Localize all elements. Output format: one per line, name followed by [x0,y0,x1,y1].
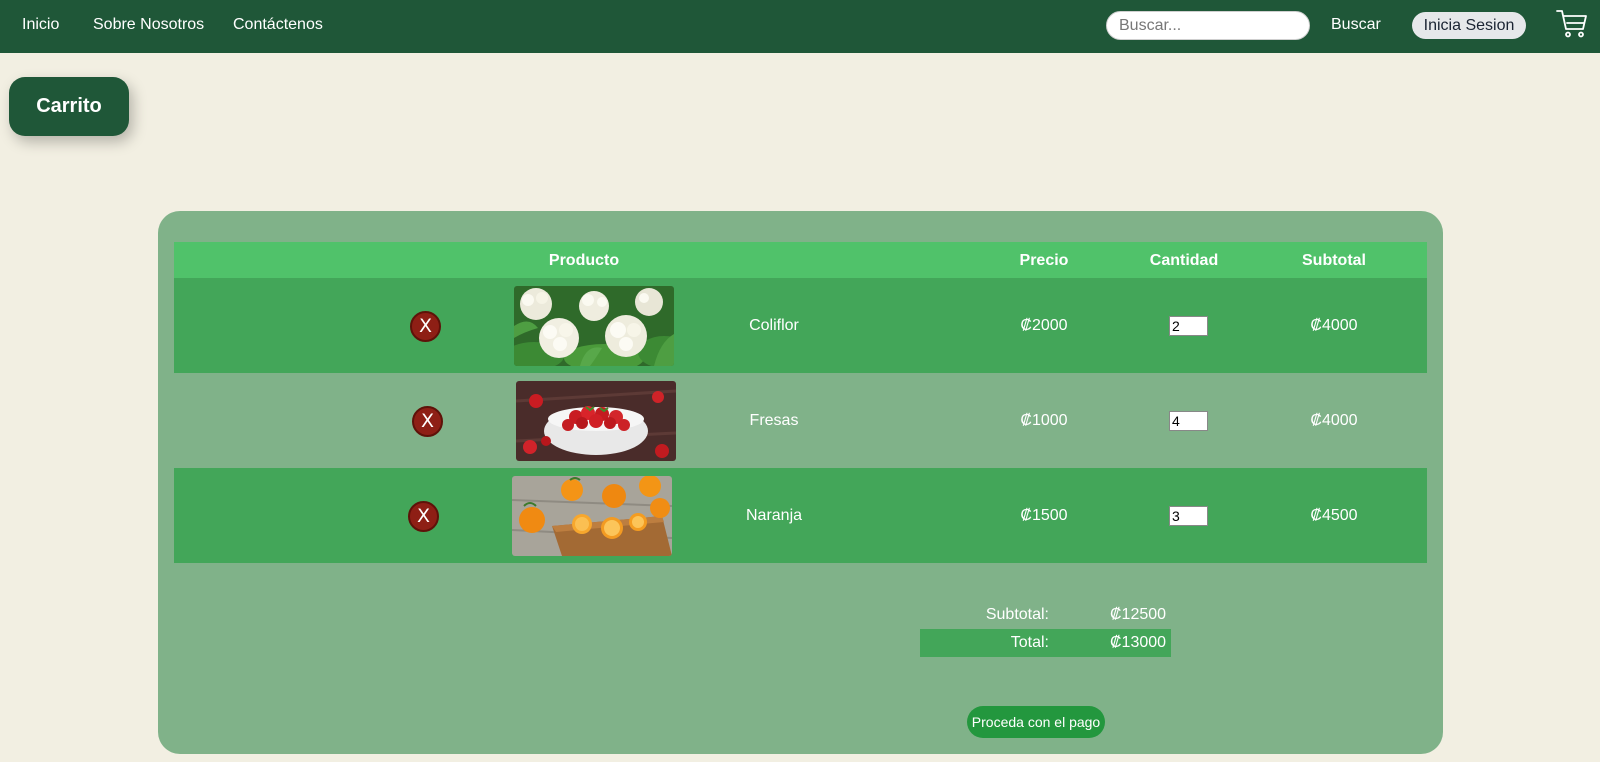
total-label: Total: [1010,634,1049,651]
product-subtotal: ₡4000 [1310,412,1358,429]
cart-panel: Producto Precio Cantidad Subtotal X Coli… [158,211,1443,754]
product-subtotal: ₡4500 [1310,507,1358,524]
product-subtotal: ₡4000 [1310,317,1358,334]
cauliflower-image [514,286,674,366]
cart-icon[interactable] [1556,9,1588,39]
quantity-input[interactable] [1169,411,1208,431]
product-price: ₡1500 [1020,507,1068,524]
product-name: Naranja [745,507,803,524]
header-producto: Producto [548,252,620,269]
login-button[interactable]: Inicia Sesion [1412,12,1526,39]
quantity-input[interactable] [1169,506,1208,526]
nav-link-contactenos[interactable]: Contáctenos [233,16,323,34]
strawberries-image [516,381,676,461]
table-row: X [174,373,1427,468]
remove-item-button[interactable]: X [410,311,441,342]
table-header: Producto Precio Cantidad Subtotal [174,242,1427,278]
page-title: Carrito [9,77,129,136]
total-value: ₡13000 [1110,634,1167,651]
search-input[interactable] [1106,11,1310,40]
subtotal-label: Subtotal: [985,606,1049,623]
product-price: ₡1000 [1020,412,1068,429]
header-subtotal: Subtotal [1302,252,1366,269]
quantity-input[interactable] [1169,316,1208,336]
table-row: X Naranja ₡1500 3 ₡4500 [174,468,1427,563]
table-row: X [174,278,1427,373]
nav-link-inicio[interactable]: Inicio [22,16,59,34]
header-cantidad: Cantidad [1149,252,1219,269]
product-name: Coliflor [749,317,799,334]
oranges-image [512,476,672,556]
totals-summary: Subtotal: ₡12500 Total: ₡13000 [920,601,1171,657]
header-precio: Precio [1019,252,1069,269]
remove-item-button[interactable]: X [412,406,443,437]
remove-item-button[interactable]: X [408,501,439,532]
proceed-to-payment-button[interactable]: Proceda con el pago [967,706,1105,738]
product-price: ₡2000 [1020,317,1068,334]
subtotal-value: ₡12500 [1110,606,1167,623]
product-name: Fresas [749,412,799,429]
top-navbar: Inicio Sobre Nosotros Contáctenos Buscar… [0,0,1600,53]
total-row: Total: ₡13000 [920,629,1171,657]
search-button[interactable]: Buscar [1331,16,1381,34]
nav-link-sobre-nosotros[interactable]: Sobre Nosotros [93,16,204,34]
subtotal-row: Subtotal: ₡12500 [920,601,1171,629]
